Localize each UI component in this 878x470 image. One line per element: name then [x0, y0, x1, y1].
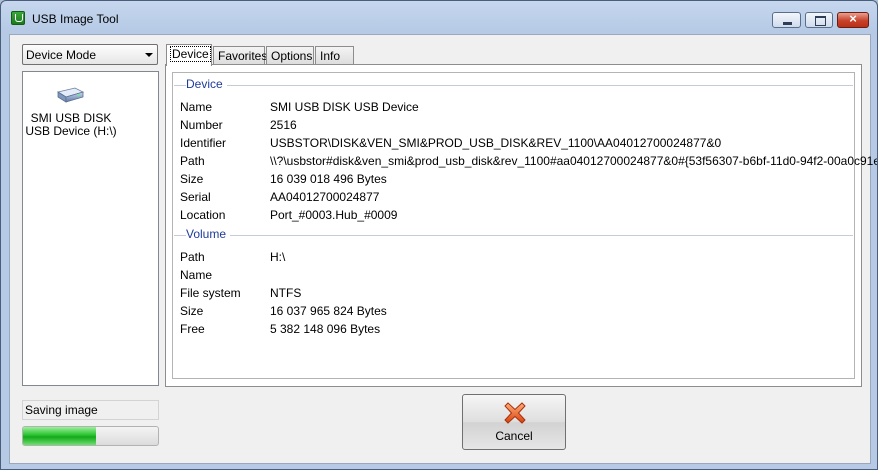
chevron-down-icon — [145, 53, 153, 57]
row-value: 2516 — [270, 118, 297, 132]
usb-drive-icon — [56, 87, 85, 103]
row-label: File system — [180, 286, 241, 300]
row-value: 5 382 148 096 Bytes — [270, 322, 381, 336]
section-divider — [174, 235, 853, 236]
app-icon — [11, 11, 25, 25]
row-label: Location — [180, 208, 226, 222]
row-value: NTFS — [270, 286, 302, 300]
window-title: USB Image Tool — [32, 12, 119, 26]
tab-device[interactable]: Device — [166, 44, 212, 66]
section-divider — [174, 85, 853, 86]
maximize-button[interactable] — [805, 12, 833, 28]
minimize-button[interactable] — [772, 12, 801, 28]
details-box: Device Name SMI USB DISK USB Device Numb… — [172, 72, 877, 379]
row-label: Name — [180, 268, 213, 282]
app-window: USB Image Tool × Device Mode SMI USB DIS… — [0, 0, 878, 470]
row-value: Port_#0003.Hub_#0009 — [270, 208, 398, 222]
row-value: 16 037 965 824 Bytes — [270, 304, 387, 318]
device-drive: USB Device (H:\) — [25, 124, 117, 138]
mode-dropdown-value: Device Mode — [26, 48, 97, 62]
row-label: Serial — [180, 190, 211, 204]
title-bar[interactable]: USB Image Tool × — [1, 1, 877, 33]
progress-fill — [23, 427, 96, 445]
row-value: H:\ — [270, 250, 286, 264]
volume-section-title: Volume — [186, 227, 231, 241]
tab-device-label: Device — [170, 46, 211, 62]
tab-info[interactable]: Info — [315, 46, 354, 65]
row-value: AA04012700024877 — [270, 190, 380, 204]
cancel-button-label: Cancel — [495, 429, 533, 443]
status-text-box: Saving image — [22, 400, 159, 420]
tab-info-label: Info — [320, 49, 341, 63]
device-tab-panel: Device Name SMI USB DISK USB Device Numb… — [165, 64, 877, 387]
row-label: Identifier — [180, 136, 227, 150]
tab-favorites[interactable]: Favorites — [213, 46, 268, 65]
row-label: Free — [180, 322, 205, 336]
client-area: Device Mode SMI USB DISK USB Device (H:\… — [9, 34, 877, 464]
row-label: Name — [180, 100, 213, 114]
cancel-button[interactable]: Cancel — [462, 394, 566, 450]
row-value: \\?\usbstor#disk&ven_smi&prod_usb_disk&r… — [270, 154, 878, 168]
device-list[interactable]: SMI USB DISK USB Device (H:\) — [22, 71, 159, 386]
row-value: 16 039 018 496 Bytes — [270, 172, 387, 186]
device-label: SMI USB DISK USB Device (H:\) — [25, 112, 117, 138]
device-section-title: Device — [186, 77, 227, 91]
close-button[interactable]: × — [837, 11, 869, 28]
row-label: Size — [180, 304, 204, 318]
tab-options-label: Options — [271, 49, 313, 63]
red-x-icon — [504, 402, 526, 424]
status-text: Saving image — [25, 403, 98, 417]
tab-favorites-label: Favorites — [218, 49, 268, 63]
row-label: Number — [180, 118, 223, 132]
row-label: Path — [180, 154, 205, 168]
mode-dropdown[interactable]: Device Mode — [22, 44, 158, 65]
row-value: USBSTOR\DISK&VEN_SMI&PROD_USB_DISK&REV_1… — [270, 136, 722, 150]
row-value: SMI USB DISK USB Device — [270, 100, 419, 114]
row-label: Path — [180, 250, 205, 264]
progress-bar — [22, 426, 159, 446]
tab-options[interactable]: Options — [266, 46, 314, 65]
row-label: Size — [180, 172, 204, 186]
close-icon: × — [849, 11, 857, 26]
